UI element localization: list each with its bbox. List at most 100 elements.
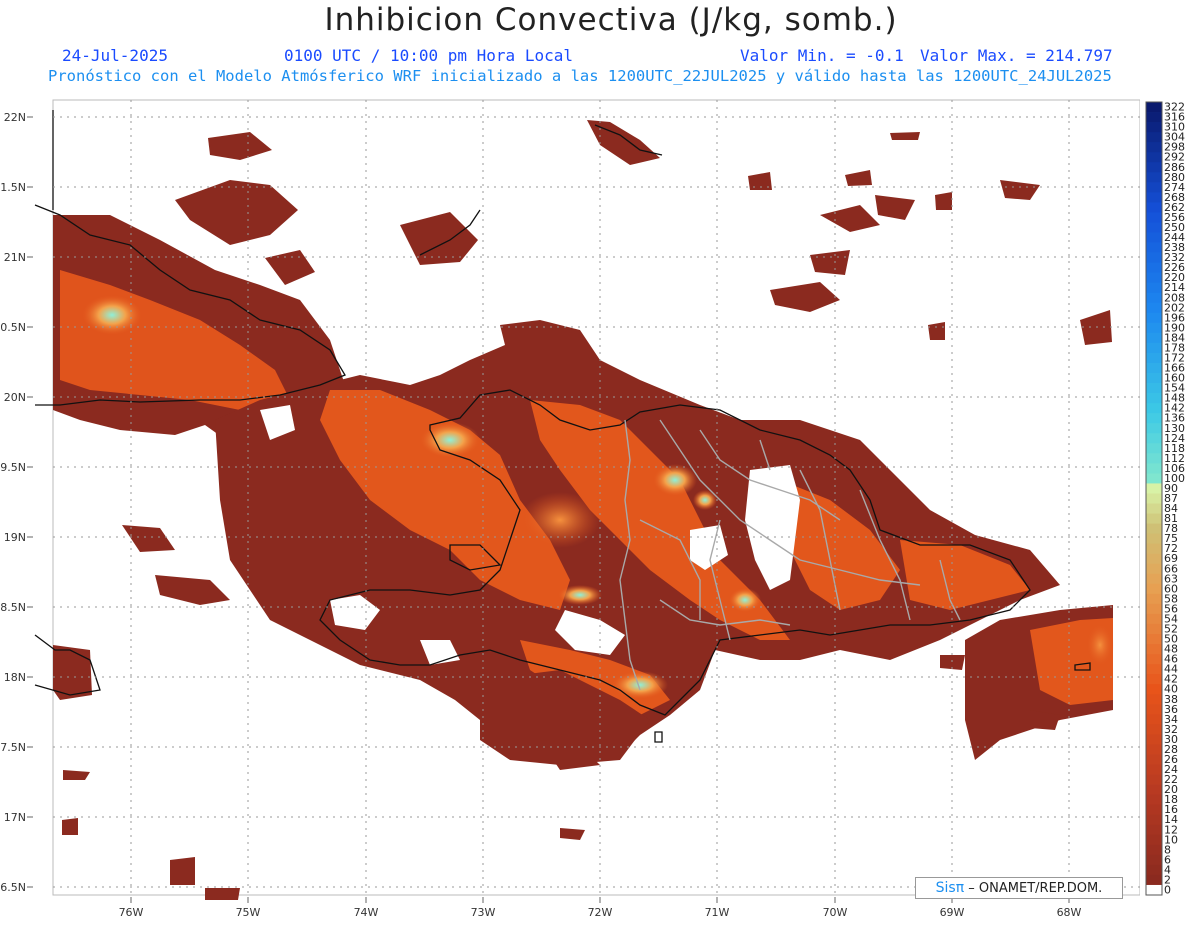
lat-tick-marks	[27, 116, 33, 888]
lon-label: 70W	[823, 906, 848, 919]
legend-label: 0	[1164, 883, 1171, 896]
legend-swatch	[1146, 262, 1162, 274]
lon-labels: 76W 75W 74W 73W 72W 71W 70W 69W 68W	[119, 906, 1082, 919]
legend-swatch	[1146, 142, 1162, 153]
legend-swatch	[1146, 854, 1162, 866]
legend-swatch	[1146, 182, 1162, 193]
legend-swatch	[1146, 272, 1162, 284]
legend-swatch	[1146, 744, 1162, 755]
lat-label: 21N	[4, 251, 26, 264]
legend-swatch	[1146, 383, 1162, 394]
lon-label: 68W	[1057, 906, 1082, 919]
legend-swatch	[1146, 754, 1162, 765]
legend-swatch	[1146, 644, 1162, 655]
legend-swatch	[1146, 573, 1162, 585]
legend-swatch	[1146, 413, 1162, 424]
legend-swatch	[1146, 553, 1162, 565]
legend-swatch	[1146, 704, 1162, 715]
legend-swatch	[1146, 674, 1162, 685]
legend-swatch	[1146, 282, 1162, 294]
legend-swatch	[1146, 513, 1162, 524]
legend-swatch	[1146, 824, 1162, 836]
legend-swatch	[1146, 874, 1162, 886]
lat-label: 22N	[4, 111, 26, 124]
legend-swatch	[1146, 623, 1162, 635]
legend-swatch	[1146, 292, 1162, 304]
color-legend: 3223163103042982922862802742682622562502…	[1145, 101, 1185, 897]
lat-label: 20.5N	[0, 321, 26, 334]
lat-label: 21.5N	[0, 181, 26, 194]
legend-swatch	[1146, 102, 1162, 113]
legend-swatch	[1146, 473, 1162, 484]
legend-swatch	[1146, 122, 1162, 133]
legend-swatches	[1145, 101, 1163, 896]
legend-swatch	[1146, 443, 1162, 454]
legend-swatch	[1146, 332, 1162, 344]
lon-label: 74W	[354, 906, 379, 919]
legend-swatch	[1146, 774, 1162, 785]
legend-swatch	[1146, 192, 1162, 203]
lat-label: 18.5N	[0, 601, 26, 614]
legend-swatch	[1146, 393, 1162, 404]
legend-swatch	[1146, 563, 1162, 575]
legend-swatch	[1146, 593, 1162, 605]
legend-swatch	[1146, 312, 1162, 324]
legend-swatch	[1146, 162, 1162, 173]
legend-swatch	[1146, 784, 1162, 796]
lat-label: 17N	[4, 811, 26, 824]
map-panel: 22N 21.5N 21N 20.5N 20N 19.5N 19N 18.5N …	[0, 99, 1140, 919]
lon-label: 71W	[705, 906, 730, 919]
legend-swatch	[1146, 212, 1162, 223]
legend-swatch	[1146, 252, 1162, 264]
lat-label: 18N	[4, 671, 26, 684]
legend-swatch	[1146, 423, 1162, 434]
legend-swatch	[1146, 132, 1162, 143]
legend-swatch	[1146, 433, 1162, 444]
lat-label: 19.5N	[0, 461, 26, 474]
legend-swatch	[1146, 814, 1162, 826]
legend-swatch	[1146, 463, 1162, 474]
legend-swatch	[1146, 152, 1162, 163]
legend-swatch	[1146, 342, 1162, 354]
legend-swatch	[1146, 112, 1162, 123]
legend-labels: 3223163103042982922862802742682622562502…	[1164, 101, 1185, 897]
lon-label: 75W	[236, 906, 261, 919]
legend-swatch	[1146, 403, 1162, 414]
lat-label: 19N	[4, 531, 26, 544]
legend-swatch	[1146, 664, 1162, 675]
lon-label: 69W	[940, 906, 965, 919]
legend-swatch	[1146, 232, 1162, 243]
legend-swatch	[1146, 654, 1162, 665]
lat-label: 20N	[4, 391, 26, 404]
legend-swatch	[1146, 523, 1162, 535]
legend-swatch	[1146, 634, 1162, 645]
legend-swatch	[1146, 222, 1162, 233]
legend-swatch	[1146, 362, 1162, 374]
legend-swatch	[1146, 844, 1162, 856]
legend-swatch	[1146, 864, 1162, 876]
legend-swatch	[1146, 694, 1162, 705]
lat-label: 16.5N	[0, 881, 26, 894]
lon-label: 76W	[119, 906, 144, 919]
legend-swatch	[1146, 884, 1162, 896]
legend-swatch	[1146, 202, 1162, 213]
legend-swatch	[1146, 764, 1162, 775]
legend-swatch	[1146, 352, 1162, 364]
legend-swatch	[1146, 603, 1162, 615]
legend-swatch	[1146, 583, 1162, 595]
legend-swatch	[1146, 493, 1162, 504]
legend-swatch	[1146, 503, 1162, 514]
legend-swatch	[1146, 373, 1162, 384]
lat-labels: 22N 21.5N 21N 20.5N 20N 19.5N 19N 18.5N …	[0, 111, 26, 894]
legend-swatch	[1146, 613, 1162, 625]
legend-swatch	[1146, 453, 1162, 464]
sispi-logo: Sisπ	[935, 880, 965, 896]
lat-label: 17.5N	[0, 741, 26, 754]
legend-swatch	[1146, 794, 1162, 806]
legend-swatch	[1146, 834, 1162, 846]
legend-swatch	[1146, 543, 1162, 555]
legend-swatch	[1146, 302, 1162, 314]
legend-swatch	[1146, 724, 1162, 735]
legend-swatch	[1146, 734, 1162, 745]
credit-box: Sisπ – ONAMET/REP.DOM.	[915, 877, 1123, 899]
